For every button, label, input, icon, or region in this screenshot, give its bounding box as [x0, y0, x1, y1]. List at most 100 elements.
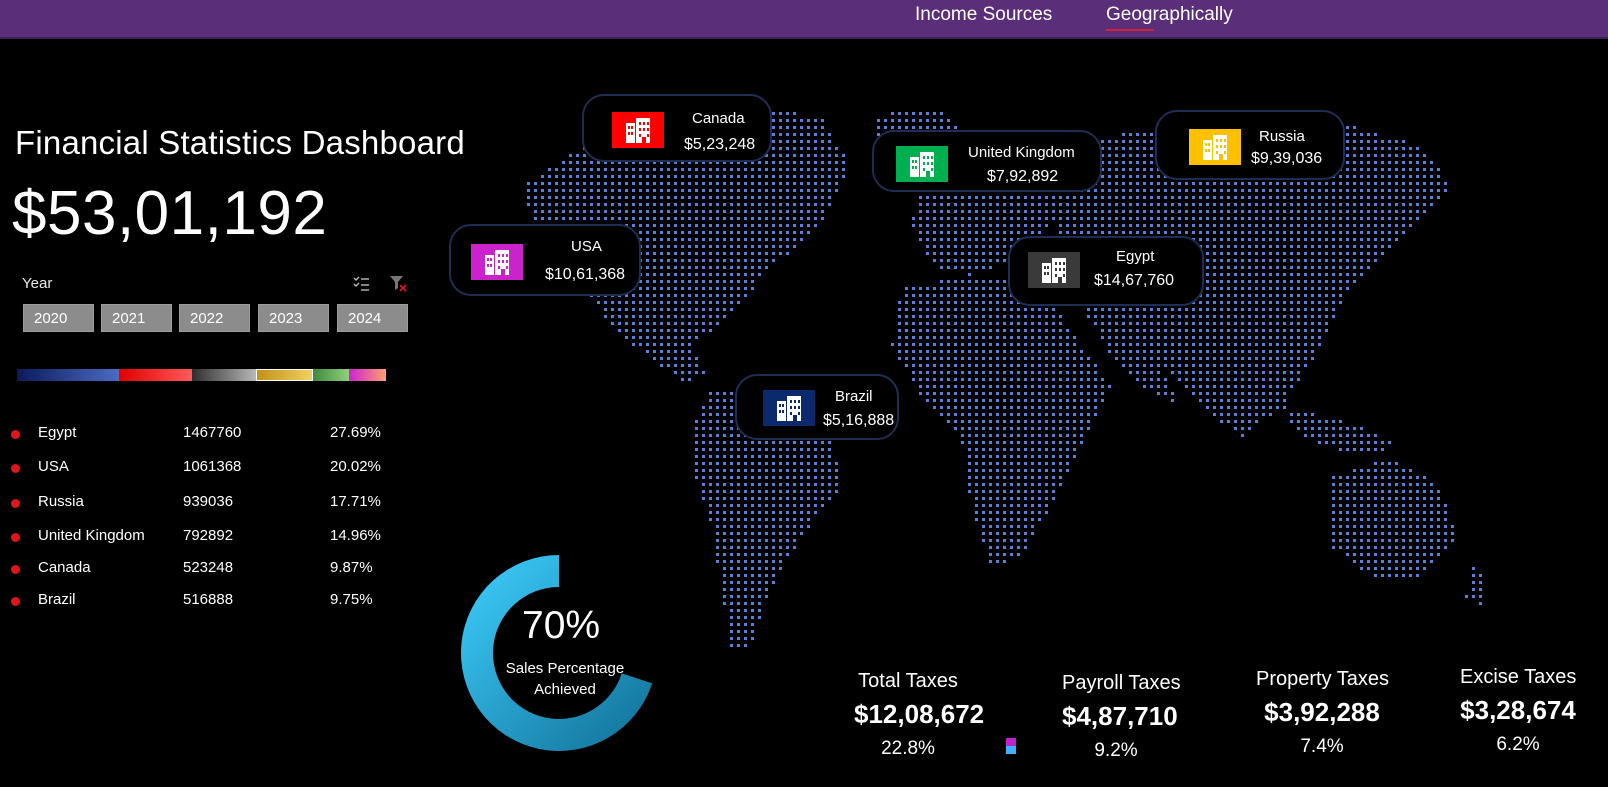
- tax-label: Payroll Taxes: [1062, 672, 1181, 694]
- row-percent: 9.75%: [330, 591, 373, 608]
- legend-dot: [11, 597, 20, 606]
- table-row: Canada 523248 9.87%: [0, 559, 400, 581]
- mini-legend-icon: [1006, 738, 1016, 754]
- card-value: $14,67,760: [1094, 272, 1175, 289]
- row-percent: 27.69%: [330, 424, 381, 441]
- clear-filter-icon[interactable]: [389, 274, 407, 292]
- tax-value: $4,87,710: [1062, 701, 1178, 731]
- building-shape: [777, 396, 801, 421]
- color-segment: [17, 369, 119, 381]
- country-color-bar: [17, 369, 394, 381]
- year-slicer-label: Year: [22, 275, 53, 292]
- map-dots: [527, 112, 1482, 647]
- card-country: Canada: [692, 110, 745, 127]
- row-country: United Kingdom: [38, 527, 145, 544]
- donut-percent: 70%: [522, 604, 601, 647]
- top-nav-bar: Income Sources Geographically: [0, 0, 1608, 39]
- card-country: Russia: [1259, 128, 1305, 145]
- donut-label: Sales Percentage Achieved: [505, 660, 625, 698]
- row-percent: 20.02%: [330, 458, 381, 475]
- tax-percent: 22.8%: [881, 738, 935, 759]
- building-icon: [471, 244, 523, 280]
- card-value: $5,23,248: [684, 136, 756, 153]
- row-percent: 14.96%: [330, 527, 381, 544]
- tab-income-sources[interactable]: Income Sources: [915, 4, 1052, 26]
- map-card-usa[interactable]: USA $10,61,368: [449, 224, 641, 296]
- building-shape: [1203, 135, 1227, 160]
- row-value: 1061368: [183, 458, 242, 475]
- building-icon: [612, 112, 664, 148]
- card-value: $5,16,888: [823, 412, 895, 429]
- card-country: United Kingdom: [968, 144, 1075, 161]
- row-percent: 9.87%: [330, 559, 373, 576]
- building-shape: [910, 152, 934, 177]
- color-segment: [313, 369, 349, 381]
- row-value: 792892: [183, 527, 234, 544]
- row-value: 1467760: [183, 424, 242, 441]
- tax-value: $12,08,672: [854, 699, 985, 729]
- active-tab-indicator: [1106, 29, 1154, 31]
- building-icon: [896, 146, 948, 182]
- building-shape: [485, 250, 509, 275]
- card-country: Brazil: [835, 388, 873, 405]
- tax-card: Excise Taxes $3,28,674 6.2%: [1460, 666, 1576, 756]
- year-button-2024[interactable]: 2024: [337, 304, 408, 332]
- building-icon: [763, 390, 815, 426]
- row-country: USA: [38, 458, 69, 475]
- card-country: Egypt: [1116, 248, 1155, 265]
- color-segment: [256, 369, 313, 381]
- legend-dot: [11, 430, 20, 439]
- map-card-united-kingdom[interactable]: United Kingdom $7,92,892: [872, 130, 1102, 192]
- tax-percent: 6.2%: [1496, 734, 1540, 755]
- legend-dot: [11, 533, 20, 542]
- sales-donut-chart: [461, 555, 653, 751]
- color-segment: [119, 369, 192, 381]
- table-row: United Kingdom 792892 14.96%: [0, 527, 400, 549]
- row-country: Brazil: [38, 591, 76, 608]
- year-button-2021[interactable]: 2021: [101, 304, 172, 332]
- row-value: 939036: [183, 493, 234, 510]
- table-row: Russia 939036 17.71%: [0, 493, 400, 515]
- tax-percent: 9.2%: [1094, 740, 1138, 761]
- tax-card: Property Taxes $3,92,288 7.4%: [1256, 668, 1390, 758]
- card-value: $10,61,368: [545, 266, 626, 283]
- legend-dot: [11, 565, 20, 574]
- card-value: $9,39,036: [1251, 150, 1323, 167]
- tax-value: $3,28,674: [1460, 695, 1576, 725]
- year-button-2023[interactable]: 2023: [258, 304, 329, 332]
- tax-card: Total Taxes $12,08,672 22.8%: [854, 670, 985, 760]
- row-country: Egypt: [38, 424, 77, 441]
- tab-geographically[interactable]: Geographically: [1106, 4, 1233, 26]
- tax-label: Property Taxes: [1256, 668, 1390, 690]
- map-card-russia[interactable]: Russia $9,39,036: [1155, 110, 1345, 180]
- table-row: Brazil 516888 9.75%: [0, 591, 400, 613]
- color-segment: [192, 369, 256, 381]
- card-country: USA: [571, 238, 602, 255]
- multi-select-icon[interactable]: [352, 274, 370, 292]
- building-icon: [1189, 129, 1241, 165]
- tax-label: Excise Taxes: [1460, 666, 1577, 688]
- year-button-2020[interactable]: 2020: [23, 304, 94, 332]
- row-value: 523248: [183, 559, 234, 576]
- tax-label: Total Taxes: [858, 670, 958, 692]
- page-title: Financial Statistics Dashboard: [15, 124, 465, 161]
- building-shape: [1042, 258, 1066, 283]
- legend-dot: [11, 464, 20, 473]
- card-value: $7,92,892: [987, 168, 1059, 185]
- color-segment: [349, 369, 386, 381]
- table-row: USA 1061368 20.02%: [0, 458, 400, 480]
- tax-value: $3,92,288: [1264, 697, 1380, 727]
- tax-percent: 7.4%: [1300, 736, 1344, 757]
- row-percent: 17.71%: [330, 493, 381, 510]
- building-shape: [626, 118, 650, 143]
- donut-arc: [461, 555, 653, 751]
- year-button-2022[interactable]: 2022: [179, 304, 250, 332]
- tax-card: Payroll Taxes $4,87,710 9.2%: [1062, 672, 1181, 762]
- map-card-canada[interactable]: Canada $5,23,248: [582, 94, 772, 162]
- map-card-brazil[interactable]: Brazil $5,16,888: [735, 374, 899, 440]
- building-icon: [1028, 252, 1080, 288]
- row-country: Canada: [38, 559, 91, 576]
- total-amount: $53,01,192: [12, 179, 328, 248]
- map-card-egypt[interactable]: Egypt $14,67,760: [1008, 236, 1204, 306]
- row-value: 516888: [183, 591, 234, 608]
